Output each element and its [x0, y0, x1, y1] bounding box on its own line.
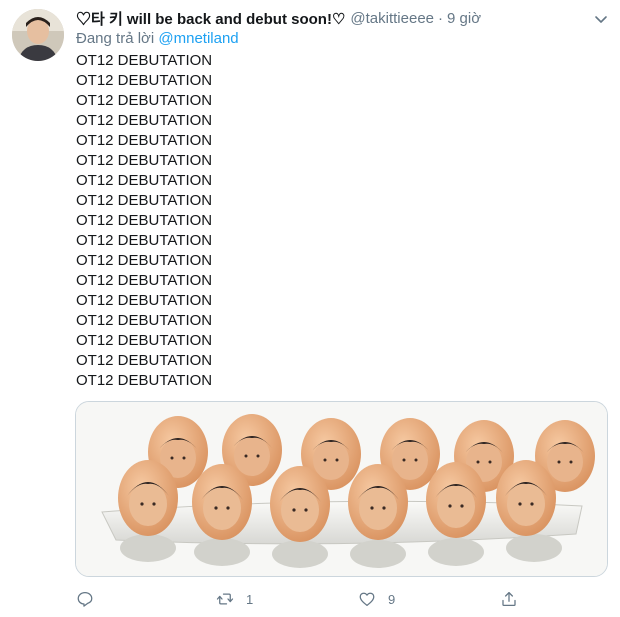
avatar[interactable]: [12, 9, 64, 61]
egg-carton-image: [76, 402, 607, 576]
user-handle[interactable]: @takittieeee: [350, 10, 434, 27]
more-options-chevron-icon[interactable]: [592, 10, 610, 28]
retweet-icon: [216, 593, 234, 605]
tweet-photo[interactable]: [75, 401, 608, 577]
replying-to: Đang trả lời @mnetiland: [76, 30, 239, 47]
reply-mention-link[interactable]: @mnetiland: [158, 30, 238, 47]
reply-icon: [77, 591, 93, 607]
tweet-text-line: OT12 DEBUTATION: [76, 52, 213, 69]
tweet-text-line: OT12 DEBUTATION: [76, 252, 213, 269]
tweet-text-line: OT12 DEBUTATION: [76, 332, 213, 349]
tweet-time[interactable]: 9 giờ: [447, 10, 481, 27]
tweet-text-line: OT12 DEBUTATION: [76, 352, 213, 369]
tweet-text-line: OT12 DEBUTATION: [76, 272, 213, 289]
retweet-button[interactable]: 1: [216, 586, 253, 612]
tweet-text: OT12 DEBUTATION OT12 DEBUTATION OT12 DEB…: [76, 51, 212, 391]
tweet-actions: 1 9: [76, 586, 606, 612]
reply-button[interactable]: [76, 586, 106, 612]
tweet-text-line: OT12 DEBUTATION: [76, 372, 213, 389]
tweet-text-line: OT12 DEBUTATION: [76, 72, 213, 89]
like-count: 9: [388, 591, 396, 607]
tweet[interactable]: ♡타 키 will be back and debut soon!♡ @taki…: [0, 0, 620, 617]
tweet-text-line: OT12 DEBUTATION: [76, 232, 213, 249]
tweet-text-line: OT12 DEBUTATION: [76, 112, 213, 129]
tweet-header: ♡타 키 will be back and debut soon!♡ @taki…: [76, 8, 481, 28]
tweet-text-line: OT12 DEBUTATION: [76, 292, 213, 309]
share-icon: [502, 591, 516, 607]
tweet-text-line: OT12 DEBUTATION: [76, 152, 213, 169]
retweet-count: 1: [246, 591, 254, 607]
replying-to-label: Đang trả lời: [76, 30, 159, 47]
tweet-text-line: OT12 DEBUTATION: [76, 212, 213, 229]
separator-dot: ·: [438, 9, 444, 27]
tweet-text-line: OT12 DEBUTATION: [76, 92, 213, 109]
tweet-text-line: OT12 DEBUTATION: [76, 172, 213, 189]
heart-icon: [359, 592, 375, 607]
display-name[interactable]: ♡타 키 will be back and debut soon!♡: [76, 8, 345, 29]
tweet-text-line: OT12 DEBUTATION: [76, 192, 213, 209]
share-button[interactable]: [500, 586, 518, 612]
tweet-text-line: OT12 DEBUTATION: [76, 132, 213, 149]
tweet-text-line: OT12 DEBUTATION: [76, 312, 213, 329]
like-button[interactable]: 9: [358, 586, 395, 612]
